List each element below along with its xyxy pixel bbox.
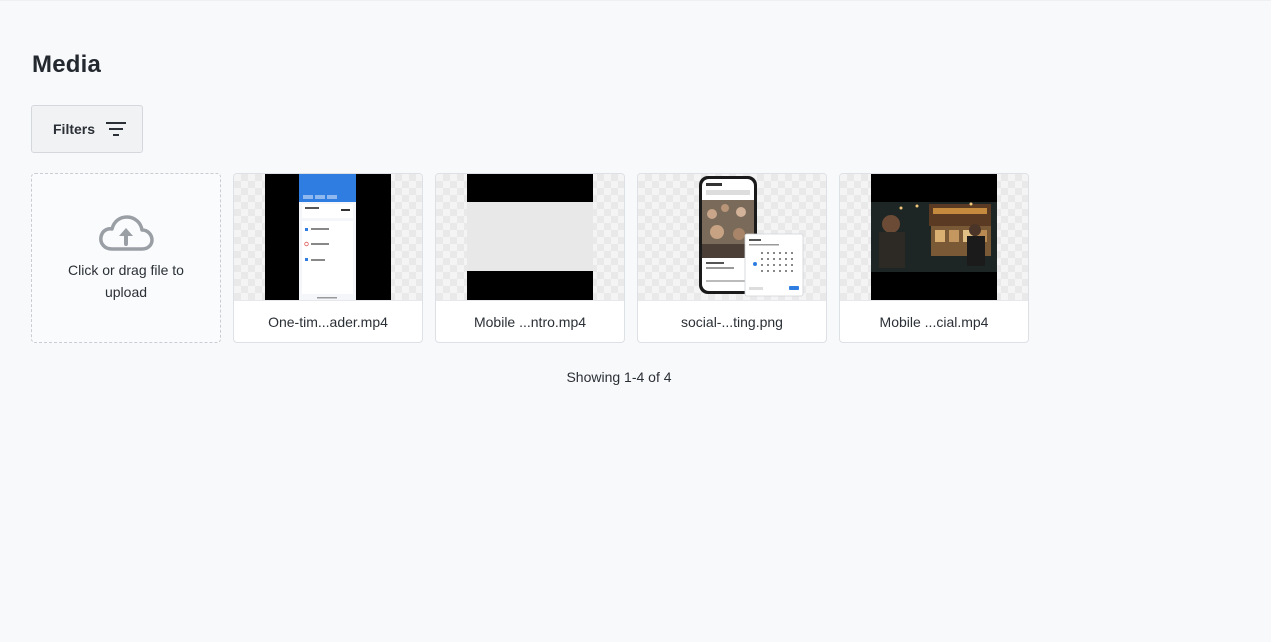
media-card[interactable]: Mobile ...cial.mp4 (839, 173, 1029, 343)
page-title: Media (32, 51, 102, 78)
media-thumbnail (638, 174, 826, 301)
cloud-upload-icon (99, 215, 154, 251)
media-card[interactable]: One-tim...ader.mp4 (233, 173, 423, 343)
media-thumbnail (234, 174, 422, 301)
upload-instructions: Click or drag file to upload (68, 262, 184, 300)
filters-button[interactable]: Filters (31, 105, 143, 153)
media-card[interactable]: Mobile ...ntro.mp4 (435, 173, 625, 343)
media-card[interactable]: social-...ting.png (637, 173, 827, 343)
filter-lines-icon (106, 122, 127, 136)
filters-button-label: Filters (53, 121, 96, 137)
media-page: Media Filters Click or drag file to uplo… (0, 0, 1271, 642)
media-thumbnail (436, 174, 624, 301)
pagination-summary: Showing 1-4 of 4 (566, 369, 672, 385)
media-filename: One-tim...ader.mp4 (268, 314, 388, 330)
media-filename: Mobile ...ntro.mp4 (473, 314, 587, 330)
media-thumbnail (840, 174, 1028, 301)
media-filename: Mobile ...cial.mp4 (879, 314, 989, 330)
upload-dropzone[interactable]: Click or drag file to upload (31, 173, 221, 343)
media-filename: social-...ting.png (681, 314, 783, 330)
media-grid: Click or drag file to upload One-tim...a… (31, 173, 1029, 343)
